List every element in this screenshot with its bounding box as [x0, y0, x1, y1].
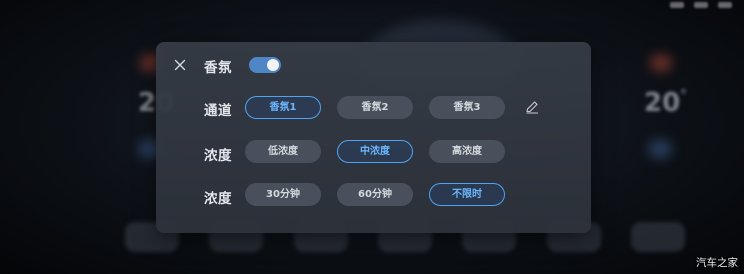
status-icon	[670, 2, 684, 8]
duration-option-60min[interactable]: 60分钟	[337, 183, 413, 206]
duration-label: 浓度	[204, 191, 232, 207]
concentration-option-medium[interactable]: 中浓度	[337, 140, 413, 163]
pencil-icon[interactable]	[524, 99, 540, 115]
channel-option-2[interactable]: 香氛2	[337, 96, 413, 119]
background-right-fan-icon	[648, 140, 672, 158]
channel-option-3[interactable]: 香氛3	[429, 96, 505, 119]
background-right-heat-icon	[650, 55, 672, 71]
channel-label: 通道	[204, 103, 232, 119]
duration-option-30min[interactable]: 30分钟	[245, 183, 321, 206]
background-right-temperature: 20°	[644, 88, 687, 118]
concentration-label: 浓度	[204, 148, 232, 164]
status-icon	[694, 2, 708, 8]
duration-option-unlimited[interactable]: 不限时	[429, 183, 505, 206]
status-bar	[670, 2, 732, 8]
toggle-knob	[267, 59, 279, 71]
panel-title: 香氛	[204, 60, 232, 76]
fragrance-panel: 香氛 通道 香氛1 香氛2 香氛3 浓度 低浓度 中浓度 高浓度 浓度 30分钟…	[156, 42, 591, 233]
fragrance-toggle[interactable]	[249, 57, 281, 73]
close-icon[interactable]	[172, 57, 188, 73]
concentration-option-low[interactable]: 低浓度	[245, 140, 321, 163]
channel-option-1[interactable]: 香氛1	[245, 96, 321, 119]
screen: 20 20° 香氛 通道 香氛1 香氛2 香氛3	[0, 0, 744, 274]
status-icon	[718, 2, 732, 8]
watermark: 汽车之家	[696, 257, 738, 269]
dock-item	[630, 222, 685, 252]
concentration-option-high[interactable]: 高浓度	[429, 140, 505, 163]
